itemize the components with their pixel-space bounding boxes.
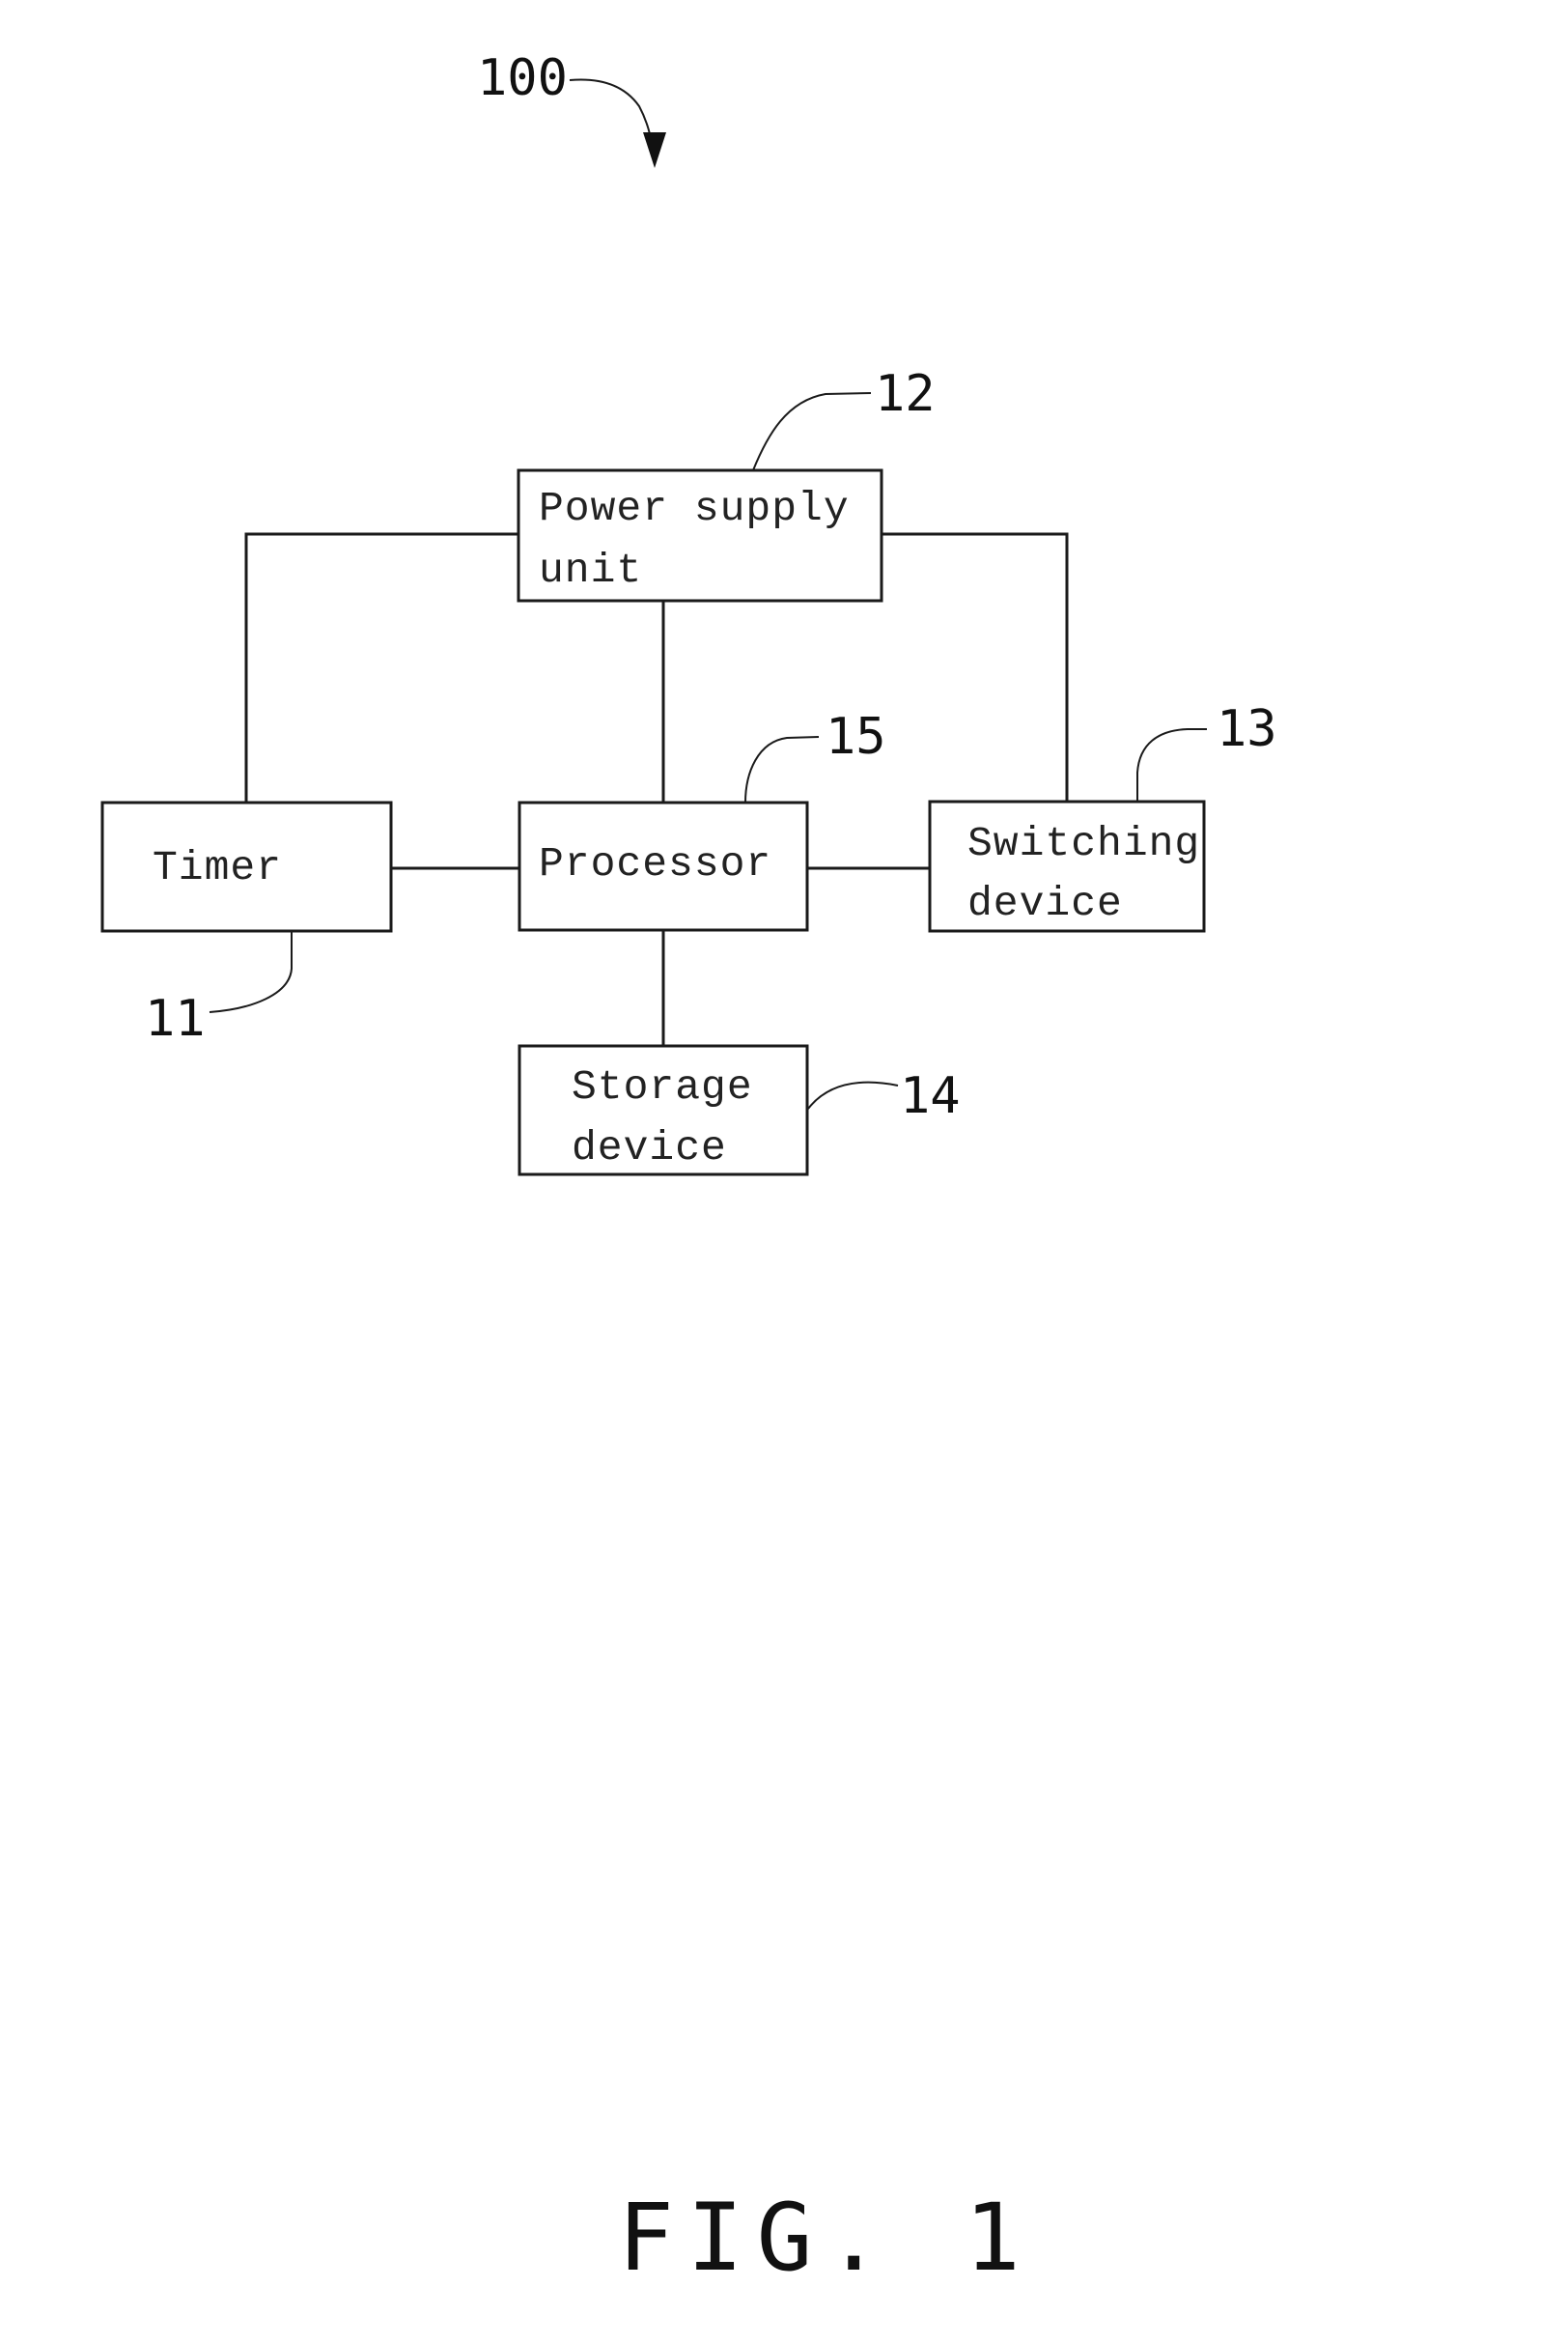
storage-device-ref: 14: [900, 1067, 961, 1125]
switching-device-label-line2: device: [967, 880, 1123, 927]
block-switching-device[interactable]: Switching device: [928, 800, 1206, 933]
storage-device-label-line1: Storage: [572, 1063, 753, 1111]
wires: [244, 532, 1069, 1046]
block-timer[interactable]: Timer: [100, 801, 393, 933]
timer-ref-leader: [209, 931, 293, 1013]
arrowhead-icon: [643, 132, 666, 168]
system-ref-arrow: [569, 78, 655, 154]
power-supply-label-line2: unit: [539, 547, 642, 594]
processor-ref: 15: [826, 708, 886, 766]
wire-power-timer: [244, 532, 518, 803]
processor-ref-leader: [744, 736, 820, 804]
power-supply-ref: 12: [875, 365, 936, 423]
figure-caption: FIG. 1: [618, 2184, 1034, 2292]
storage-device-ref-leader: [807, 1081, 899, 1110]
block-storage-device[interactable]: Storage device: [518, 1044, 809, 1176]
system-reference: 100: [477, 49, 666, 168]
block-diagram: 100 Power supply unit 12 Timer 11 Proces…: [100, 49, 1277, 2292]
system-ref-label: 100: [477, 49, 568, 107]
storage-device-label-line2: device: [572, 1124, 727, 1172]
wire-power-switching: [882, 532, 1069, 802]
timer-label: Timer: [153, 844, 282, 891]
block-power-supply[interactable]: Power supply unit: [517, 468, 883, 603]
block-processor[interactable]: Processor: [518, 801, 809, 932]
switching-device-label-line1: Switching: [967, 820, 1200, 867]
processor-label: Processor: [539, 840, 771, 888]
switching-device-ref-leader: [1136, 728, 1207, 802]
power-supply-ref-leader: [752, 392, 872, 471]
timer-ref: 11: [145, 990, 206, 1048]
switching-device-ref: 13: [1217, 700, 1277, 758]
power-supply-label-line1: Power supply: [539, 485, 850, 532]
